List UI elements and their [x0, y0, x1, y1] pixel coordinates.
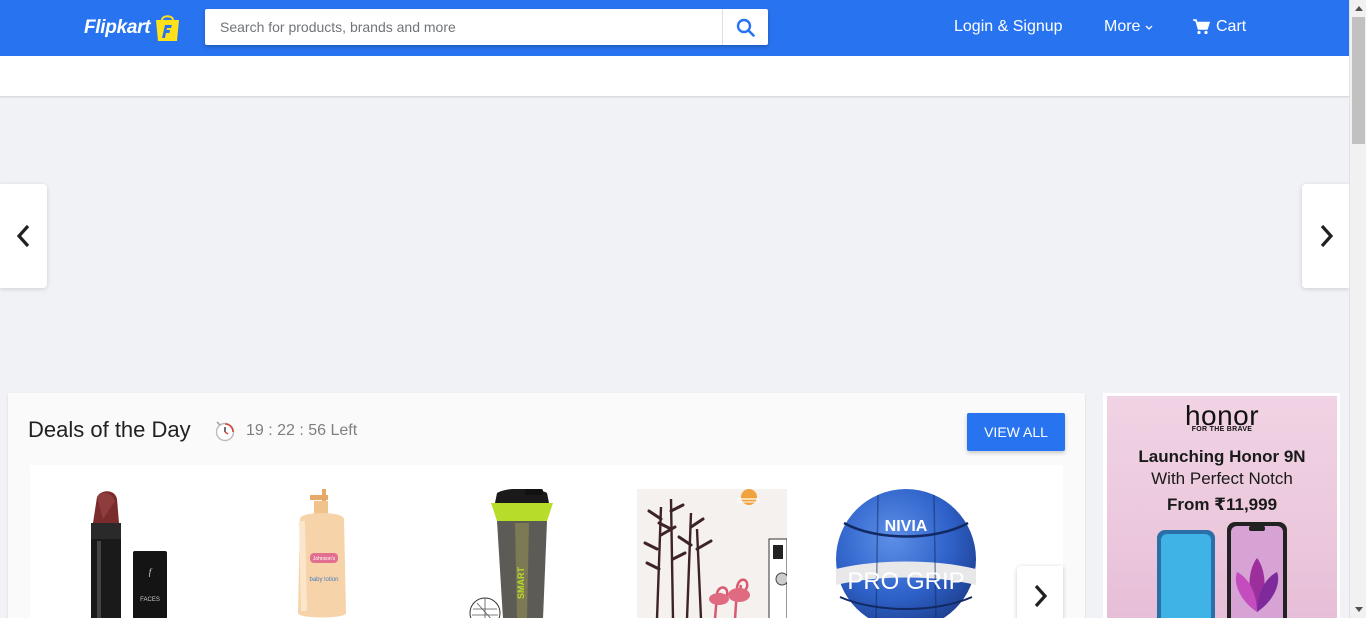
view-all-button[interactable]: VIEW ALL — [967, 413, 1065, 451]
chevron-down-icon — [1145, 25, 1153, 30]
search-icon — [736, 18, 755, 37]
search-bar — [205, 9, 768, 45]
search-button[interactable] — [722, 9, 768, 45]
banner-prev-button[interactable] — [0, 184, 47, 288]
product-shaker-bottle[interactable]: SMART — [467, 488, 577, 618]
scroll-down-button[interactable] — [1350, 601, 1366, 618]
search-input[interactable] — [205, 9, 722, 45]
honor-ad-banner[interactable]: honor FOR THE BRAVE Launching Honor 9N W… — [1103, 393, 1340, 618]
deals-next-button[interactable] — [1017, 566, 1063, 618]
cart-link[interactable]: Cart — [1193, 18, 1246, 36]
top-header: Flipkart Login & Signup More — [0, 0, 1349, 56]
timer-text: 19 : 22 : 56 Left — [246, 422, 358, 439]
logo-text: Flipkart — [84, 16, 151, 38]
category-strip — [0, 56, 1349, 97]
clock-icon — [215, 421, 235, 442]
caret-down-icon — [1354, 607, 1363, 612]
cart-icon — [1193, 19, 1210, 35]
banner-next-button[interactable] — [1302, 184, 1349, 288]
svg-text:Johnson's: Johnson's — [313, 556, 336, 562]
deals-products-row: f FACES Johnson's baby lotion SMART NIVI… — [30, 465, 1063, 618]
cart-label: Cart — [1216, 18, 1247, 35]
lotion-label: baby lotion — [309, 577, 338, 583]
more-label: More — [1104, 18, 1141, 35]
ad-subheadline: With Perfect Notch — [1151, 469, 1293, 488]
login-signup-link[interactable]: Login & Signup — [954, 18, 1063, 36]
shaker-label: SMART — [516, 567, 526, 599]
chevron-right-icon — [1034, 584, 1048, 608]
ad-price: From ₹11,999 — [1166, 495, 1278, 514]
ad-tagline: FOR THE BRAVE — [1191, 426, 1253, 433]
phones-image — [1157, 522, 1287, 618]
lipstick-brand: FACES — [140, 597, 160, 603]
basketball-label: PRO GRIP — [847, 568, 964, 595]
ad-headline: Launching Honor 9N — [1138, 447, 1306, 466]
flipkart-logo[interactable]: Flipkart — [84, 13, 182, 42]
logo-bag-icon — [153, 13, 182, 42]
deals-title: Deals of the Day — [28, 417, 191, 442]
scroll-up-button[interactable] — [1350, 0, 1366, 17]
chevron-right-icon — [1320, 224, 1333, 248]
product-baby-lotion[interactable]: Johnson's baby lotion — [288, 489, 358, 618]
ad-content: honor FOR THE BRAVE Launching Honor 9N W… — [1107, 396, 1337, 618]
product-lipstick[interactable]: f FACES — [75, 489, 185, 618]
svg-text:NIVIA: NIVIA — [885, 518, 928, 535]
scroll-thumb[interactable] — [1352, 17, 1365, 144]
more-menu[interactable]: More — [1104, 18, 1153, 36]
chevron-left-icon — [16, 224, 29, 248]
caret-up-icon — [1354, 6, 1363, 11]
product-wall-decal[interactable] — [637, 489, 789, 618]
deals-timer: 19 : 22 : 56 Left — [214, 419, 357, 443]
page-scrollbar[interactable] — [1349, 0, 1366, 618]
deals-of-the-day-section: Deals of the Day 19 : 22 : 56 Left VIEW … — [8, 393, 1085, 618]
product-basketball[interactable]: NIVIA PRO GRIP — [836, 489, 978, 618]
